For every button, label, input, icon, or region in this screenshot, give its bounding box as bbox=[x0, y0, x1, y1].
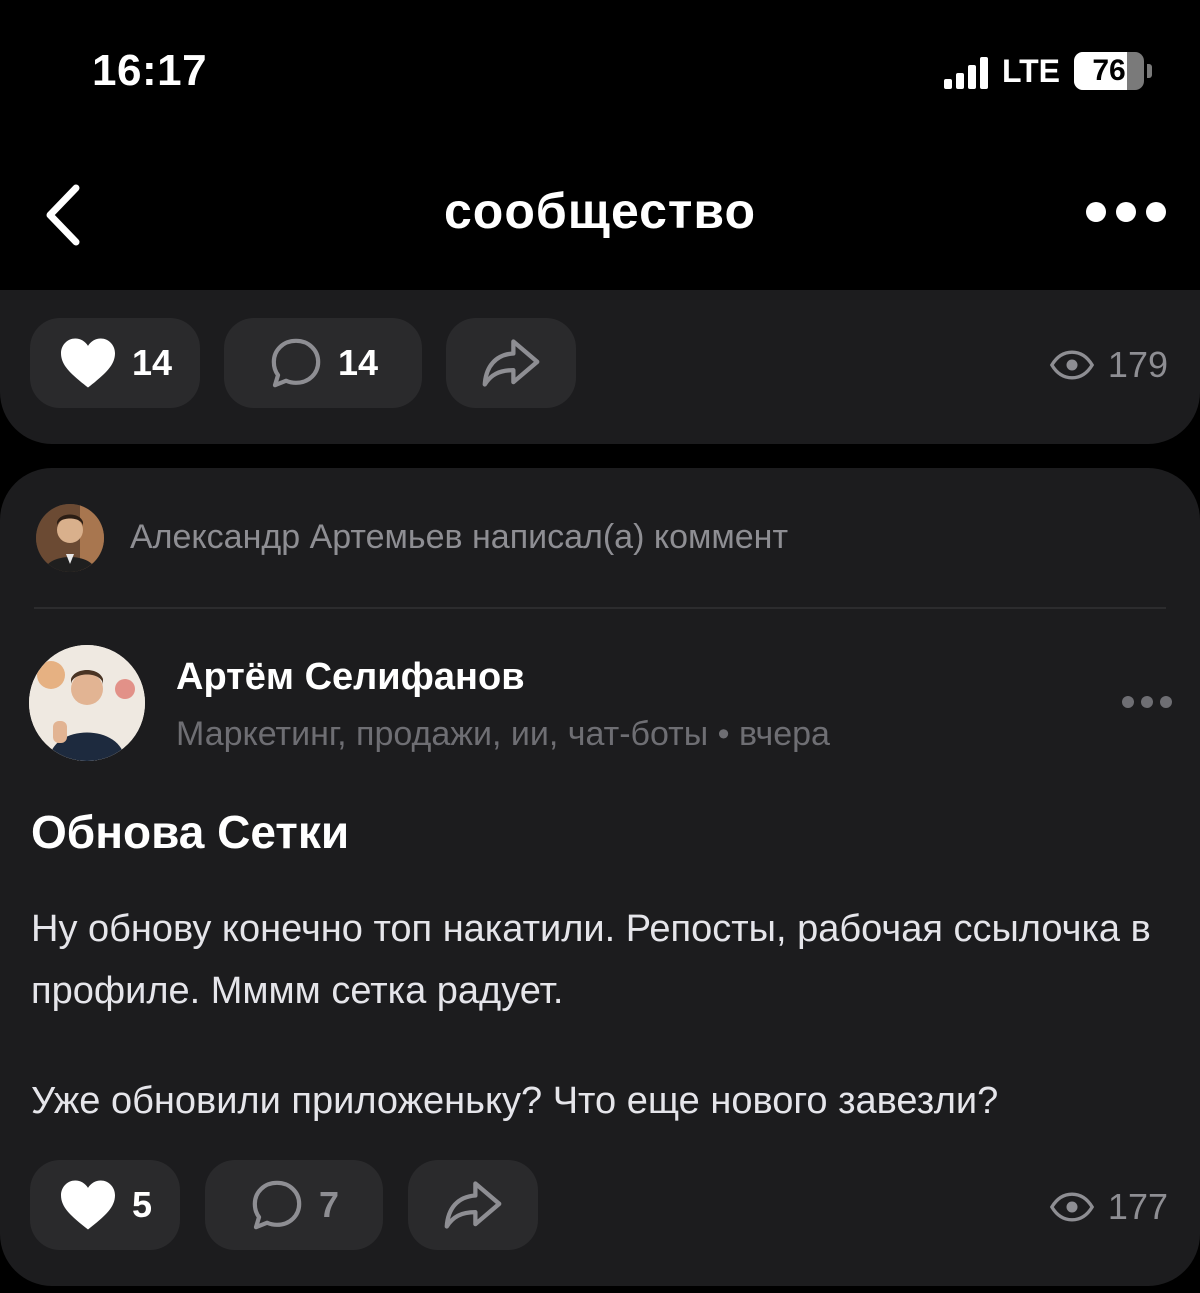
author-name[interactable]: Артём Селифанов bbox=[176, 656, 525, 699]
share-arrow-icon bbox=[444, 1181, 502, 1229]
eye-icon bbox=[1049, 350, 1094, 380]
view-count: 179 bbox=[1049, 344, 1168, 386]
post-paragraph: Уже обновили приложеньку? Что еще нового… bbox=[31, 1080, 999, 1122]
status-indicators: LTE 76 bbox=[943, 52, 1152, 90]
comment-button[interactable]: 14 bbox=[224, 318, 422, 408]
share-button[interactable] bbox=[446, 318, 576, 408]
avatar[interactable] bbox=[36, 504, 104, 572]
comment-bubble-icon bbox=[271, 338, 321, 388]
share-arrow-icon bbox=[482, 339, 540, 387]
eye-icon bbox=[1049, 1192, 1094, 1222]
signal-icon bbox=[943, 53, 988, 89]
heart-icon bbox=[60, 1180, 115, 1230]
page-title: сообщество bbox=[443, 183, 757, 239]
like-button[interactable]: 14 bbox=[30, 318, 200, 408]
post-paragraph: Ну обнову конечно топ накатили. Репосты,… bbox=[31, 908, 1151, 1012]
author-avatar[interactable] bbox=[29, 645, 145, 761]
view-count-value: 179 bbox=[1107, 344, 1168, 385]
comment-button[interactable]: 7 bbox=[205, 1160, 383, 1250]
like-count: 5 bbox=[131, 1184, 153, 1225]
view-count: 177 bbox=[1049, 1186, 1168, 1228]
status-time: 16:17 bbox=[92, 46, 208, 95]
post-title: Обнова Сетки bbox=[31, 806, 350, 858]
heart-icon bbox=[60, 338, 115, 388]
divider bbox=[34, 607, 1166, 609]
author-meta: Маркетинг, продажи, ии, чат-боты • вчера bbox=[176, 715, 830, 753]
notification-text[interactable]: Александр Артемьев написал(а) коммент bbox=[130, 518, 788, 557]
comment-count: 7 bbox=[318, 1184, 340, 1225]
more-horizontal-icon bbox=[1122, 696, 1134, 708]
post-card bbox=[0, 468, 1200, 1286]
battery-level: 76 bbox=[1092, 54, 1126, 87]
network-type: LTE bbox=[1001, 52, 1060, 89]
like-button[interactable]: 5 bbox=[30, 1160, 180, 1250]
like-count: 14 bbox=[131, 342, 173, 383]
post-more-button[interactable] bbox=[1122, 696, 1172, 708]
view-count-value: 177 bbox=[1107, 1186, 1168, 1227]
share-button[interactable] bbox=[408, 1160, 538, 1250]
battery-icon: 76 bbox=[1074, 52, 1144, 90]
post-body: Ну обнову конечно топ накатили. Репосты,… bbox=[31, 898, 1171, 1132]
header-more-button[interactable] bbox=[1086, 202, 1166, 222]
comment-count: 14 bbox=[337, 342, 379, 383]
more-horizontal-icon bbox=[1086, 202, 1106, 222]
comment-bubble-icon bbox=[252, 1180, 302, 1230]
